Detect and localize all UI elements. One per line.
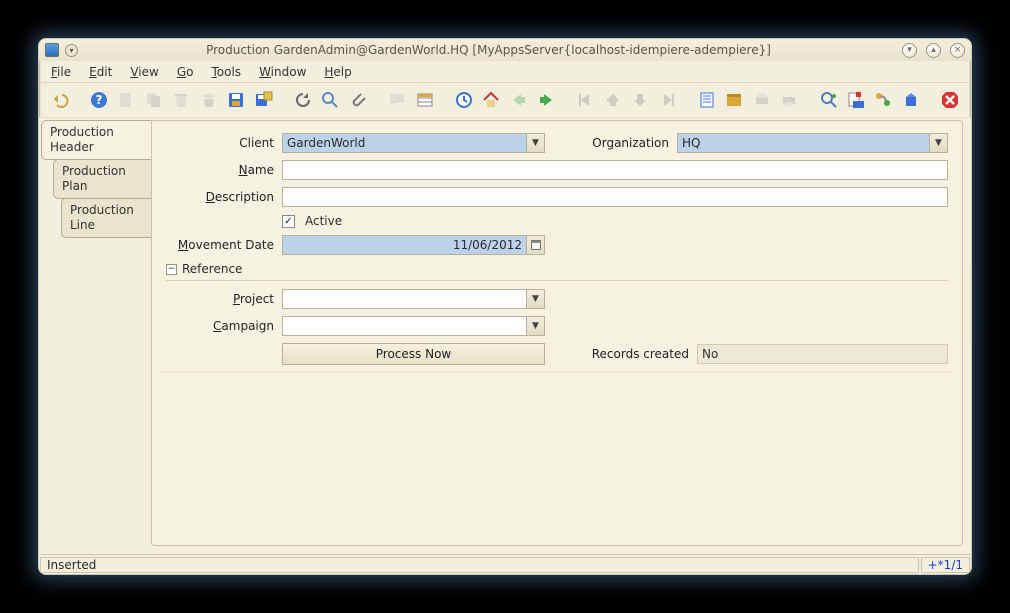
calendar-icon[interactable] bbox=[526, 236, 544, 254]
window-title: Production GardenAdmin@GardenWorld.HQ [M… bbox=[84, 43, 893, 57]
minimize-button[interactable]: ▾ bbox=[902, 43, 917, 58]
first-icon bbox=[575, 89, 596, 111]
records-created-label: Records created bbox=[581, 347, 691, 361]
tab-production-plan[interactable]: Production Plan bbox=[53, 159, 151, 199]
print-preview-icon bbox=[751, 89, 772, 111]
grid-toggle-icon[interactable] bbox=[414, 89, 435, 111]
find-icon[interactable] bbox=[320, 89, 341, 111]
name-label: Name bbox=[166, 163, 276, 177]
tab-strip: Production Header Production Plan Produc… bbox=[39, 118, 151, 554]
menu-view[interactable]: View bbox=[130, 65, 158, 79]
campaign-select[interactable]: ▼ bbox=[282, 316, 545, 336]
application-window: ▾ Production GardenAdmin@GardenWorld.HQ … bbox=[38, 38, 972, 575]
maximize-button[interactable]: ▴ bbox=[926, 43, 941, 58]
campaign-label: Campaign bbox=[166, 319, 276, 333]
workflow-icon[interactable] bbox=[873, 89, 894, 111]
save-icon[interactable] bbox=[225, 89, 246, 111]
close-window-button[interactable]: × bbox=[950, 43, 965, 58]
product-info-icon[interactable] bbox=[900, 89, 921, 111]
history-icon[interactable] bbox=[453, 89, 474, 111]
organization-label: Organization bbox=[581, 136, 671, 150]
toolbar: ? bbox=[39, 83, 971, 117]
last-icon bbox=[657, 89, 678, 111]
organization-value: HQ bbox=[682, 136, 700, 150]
reference-section-header[interactable]: − Reference bbox=[166, 262, 948, 281]
description-input[interactable] bbox=[282, 187, 948, 207]
status-bar: Inserted +*1/1 bbox=[39, 554, 971, 574]
menu-go[interactable]: Go bbox=[177, 65, 194, 79]
menu-edit[interactable]: Edit bbox=[89, 65, 112, 79]
chevron-down-icon[interactable]: ▼ bbox=[929, 134, 947, 152]
forward-icon[interactable] bbox=[535, 89, 556, 111]
organization-select[interactable]: HQ ▼ bbox=[677, 133, 948, 153]
client-label: Client bbox=[166, 136, 276, 150]
previous-icon bbox=[602, 89, 623, 111]
save-create-icon[interactable] bbox=[253, 89, 274, 111]
refresh-icon[interactable] bbox=[292, 89, 313, 111]
close-icon[interactable] bbox=[939, 89, 960, 111]
report-icon[interactable] bbox=[696, 89, 717, 111]
print-icon bbox=[779, 89, 800, 111]
name-input[interactable] bbox=[282, 160, 948, 180]
home-icon[interactable] bbox=[481, 89, 502, 111]
chat-icon bbox=[386, 89, 407, 111]
svg-text:?: ? bbox=[96, 93, 103, 107]
delete-selection-icon bbox=[198, 89, 219, 111]
zoom-across-icon[interactable] bbox=[818, 89, 839, 111]
movement-date-label: Movement Date bbox=[166, 238, 276, 252]
attachment-icon[interactable] bbox=[347, 89, 368, 111]
chevron-down-icon[interactable]: ▼ bbox=[526, 134, 544, 152]
title-bar[interactable]: ▾ Production GardenAdmin@GardenWorld.HQ … bbox=[39, 39, 971, 61]
process-now-button[interactable]: Process Now bbox=[282, 343, 545, 365]
window-menu-button[interactable]: ▾ bbox=[65, 44, 78, 57]
next-icon bbox=[630, 89, 651, 111]
collapse-icon[interactable]: − bbox=[166, 264, 177, 275]
window-system-icon[interactable] bbox=[45, 43, 59, 57]
chevron-down-icon[interactable]: ▼ bbox=[526, 290, 544, 308]
form-panel: Client GardenWorld ▼ Organization HQ ▼ N… bbox=[151, 120, 963, 546]
client-select[interactable]: GardenWorld ▼ bbox=[282, 133, 545, 153]
delete-icon bbox=[171, 89, 192, 111]
archive-icon[interactable] bbox=[724, 89, 745, 111]
menu-tools[interactable]: Tools bbox=[211, 65, 241, 79]
menu-window[interactable]: Window bbox=[259, 65, 306, 79]
tab-production-header[interactable]: Production Header bbox=[41, 120, 151, 160]
menu-bar: File Edit View Go Tools Window Help bbox=[39, 61, 971, 83]
description-label: Description bbox=[166, 190, 276, 204]
status-message: Inserted bbox=[40, 557, 919, 573]
menu-help[interactable]: Help bbox=[324, 65, 351, 79]
content-area: Production Header Production Plan Produc… bbox=[39, 117, 971, 554]
records-created-value: No bbox=[697, 344, 948, 364]
chevron-down-icon[interactable]: ▼ bbox=[526, 317, 544, 335]
back-icon bbox=[508, 89, 529, 111]
movement-date-value: 11/06/2012 bbox=[453, 238, 522, 252]
undo-icon[interactable] bbox=[49, 89, 70, 111]
tab-production-line[interactable]: Production Line bbox=[61, 198, 151, 238]
project-label: Project bbox=[166, 292, 276, 306]
new-icon bbox=[116, 89, 137, 111]
project-select[interactable]: ▼ bbox=[282, 289, 545, 309]
record-pager[interactable]: +*1/1 bbox=[921, 557, 970, 573]
separator bbox=[160, 372, 954, 374]
reference-label: Reference bbox=[182, 262, 242, 276]
help-icon[interactable]: ? bbox=[88, 89, 109, 111]
active-label: Active bbox=[305, 214, 342, 228]
requests-icon[interactable] bbox=[845, 89, 866, 111]
client-value: GardenWorld bbox=[287, 136, 365, 150]
movement-date-field[interactable]: 11/06/2012 bbox=[282, 235, 545, 255]
copy-icon bbox=[143, 89, 164, 111]
menu-file[interactable]: File bbox=[51, 65, 71, 79]
active-checkbox[interactable]: ✓ bbox=[282, 215, 295, 228]
